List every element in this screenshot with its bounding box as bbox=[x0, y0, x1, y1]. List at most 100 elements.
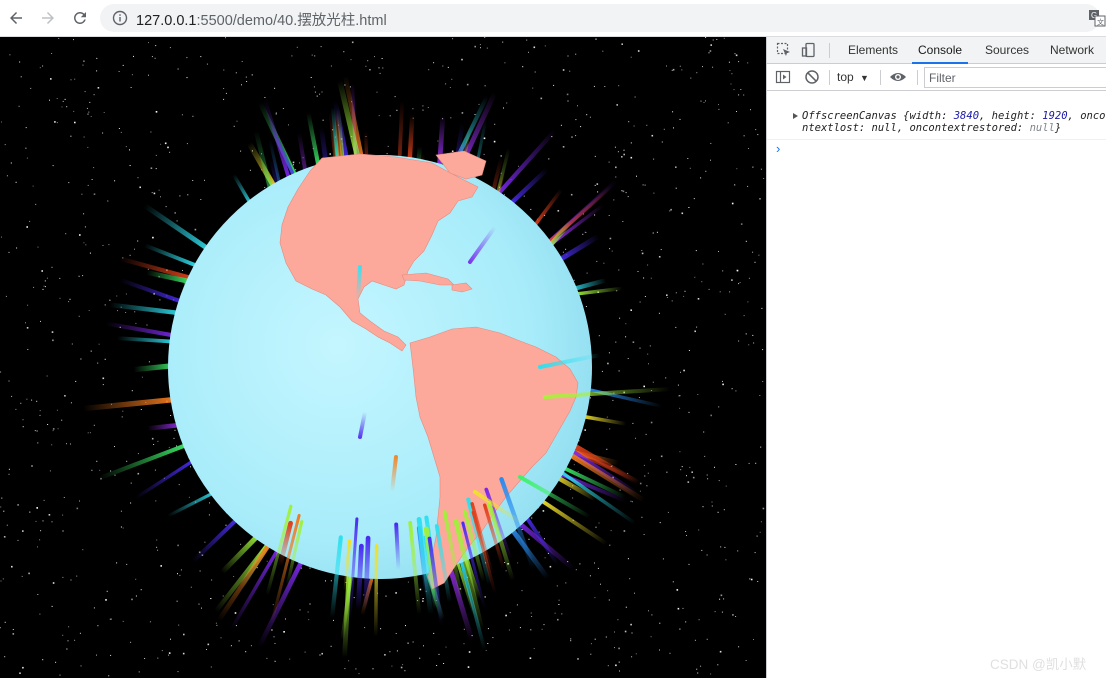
tab-sources[interactable]: Sources bbox=[979, 37, 1035, 64]
info-icon[interactable] bbox=[112, 10, 128, 26]
star bbox=[179, 574, 181, 576]
star bbox=[762, 507, 765, 510]
back-button[interactable] bbox=[4, 6, 28, 30]
live-expression-button[interactable] bbox=[889, 68, 907, 86]
console-filter-input[interactable] bbox=[924, 67, 1106, 88]
star bbox=[168, 652, 171, 654]
star bbox=[69, 298, 71, 300]
console-log-entry[interactable]: OffscreenCanvas {width: 3840, height: 19… bbox=[767, 91, 1106, 140]
star bbox=[130, 502, 132, 504]
star bbox=[87, 184, 89, 186]
star bbox=[442, 65, 444, 67]
star bbox=[557, 618, 559, 621]
star bbox=[621, 156, 623, 158]
expand-triangle-icon[interactable] bbox=[793, 113, 798, 119]
light-pillar bbox=[80, 396, 180, 412]
star bbox=[528, 538, 530, 540]
reload-button[interactable] bbox=[68, 6, 92, 30]
star bbox=[736, 111, 737, 112]
console-prompt-chevron-icon[interactable]: › bbox=[776, 141, 780, 156]
star bbox=[643, 385, 645, 388]
webgl-canvas[interactable] bbox=[0, 37, 766, 678]
star bbox=[732, 614, 734, 616]
show-sidebar-button[interactable] bbox=[774, 68, 792, 86]
star bbox=[351, 41, 354, 44]
star bbox=[643, 534, 645, 535]
star bbox=[736, 168, 738, 170]
star bbox=[152, 236, 154, 239]
tab-console[interactable]: Console bbox=[912, 37, 969, 64]
star bbox=[658, 256, 661, 258]
star bbox=[387, 145, 389, 147]
star bbox=[697, 298, 700, 300]
star bbox=[618, 85, 620, 87]
star bbox=[44, 280, 46, 282]
star bbox=[570, 488, 572, 490]
star bbox=[609, 544, 611, 546]
star bbox=[174, 212, 176, 214]
star bbox=[606, 448, 608, 450]
star bbox=[505, 570, 507, 572]
star bbox=[667, 511, 669, 513]
star bbox=[102, 245, 104, 246]
forward-arrow-icon bbox=[42, 12, 54, 24]
star bbox=[647, 264, 649, 266]
light-pillar bbox=[394, 522, 401, 572]
tab-elements[interactable]: Elements bbox=[842, 37, 904, 64]
star bbox=[114, 446, 115, 447]
clear-console-button[interactable] bbox=[803, 68, 821, 86]
star bbox=[609, 428, 611, 430]
star bbox=[714, 466, 715, 468]
star bbox=[589, 397, 591, 399]
star bbox=[18, 105, 20, 107]
star bbox=[675, 187, 677, 189]
star bbox=[198, 603, 200, 605]
star bbox=[169, 151, 171, 153]
forward-button[interactable] bbox=[36, 6, 60, 30]
star bbox=[349, 86, 351, 88]
star bbox=[285, 618, 286, 620]
star bbox=[27, 349, 29, 350]
star bbox=[733, 89, 735, 91]
star bbox=[238, 640, 240, 642]
star bbox=[739, 282, 741, 283]
star bbox=[110, 618, 112, 620]
star bbox=[78, 315, 80, 317]
star bbox=[391, 665, 393, 667]
tab-network[interactable]: Network bbox=[1044, 37, 1100, 64]
inspect-element-button[interactable] bbox=[775, 41, 793, 59]
star bbox=[88, 310, 90, 311]
star bbox=[702, 66, 703, 68]
star bbox=[93, 94, 95, 96]
context-select[interactable]: top ▼ bbox=[837, 70, 869, 84]
star bbox=[96, 654, 97, 656]
star bbox=[11, 565, 13, 568]
star bbox=[731, 73, 733, 75]
star bbox=[68, 301, 70, 303]
star bbox=[256, 567, 258, 569]
star bbox=[614, 146, 616, 148]
star bbox=[643, 464, 645, 466]
translate-icon[interactable]: G 文 bbox=[1088, 9, 1106, 27]
star bbox=[271, 629, 273, 631]
star bbox=[121, 416, 123, 418]
star bbox=[691, 471, 693, 473]
star bbox=[66, 106, 68, 108]
star bbox=[447, 66, 449, 68]
star bbox=[74, 78, 76, 80]
log-class-name: OffscreenCanvas bbox=[802, 110, 897, 122]
star bbox=[39, 613, 41, 615]
star bbox=[42, 659, 44, 661]
address-bar[interactable]: 127.0.0.1:5500/demo/40.摆放光柱.html bbox=[100, 4, 1100, 32]
star bbox=[307, 611, 309, 613]
star bbox=[42, 288, 44, 290]
device-toolbar-button[interactable] bbox=[800, 41, 818, 59]
star bbox=[291, 55, 293, 57]
star bbox=[330, 580, 332, 582]
star bbox=[329, 153, 331, 155]
star bbox=[135, 322, 137, 324]
star bbox=[538, 531, 540, 533]
star bbox=[154, 469, 156, 471]
star bbox=[659, 649, 660, 651]
star bbox=[250, 645, 252, 647]
